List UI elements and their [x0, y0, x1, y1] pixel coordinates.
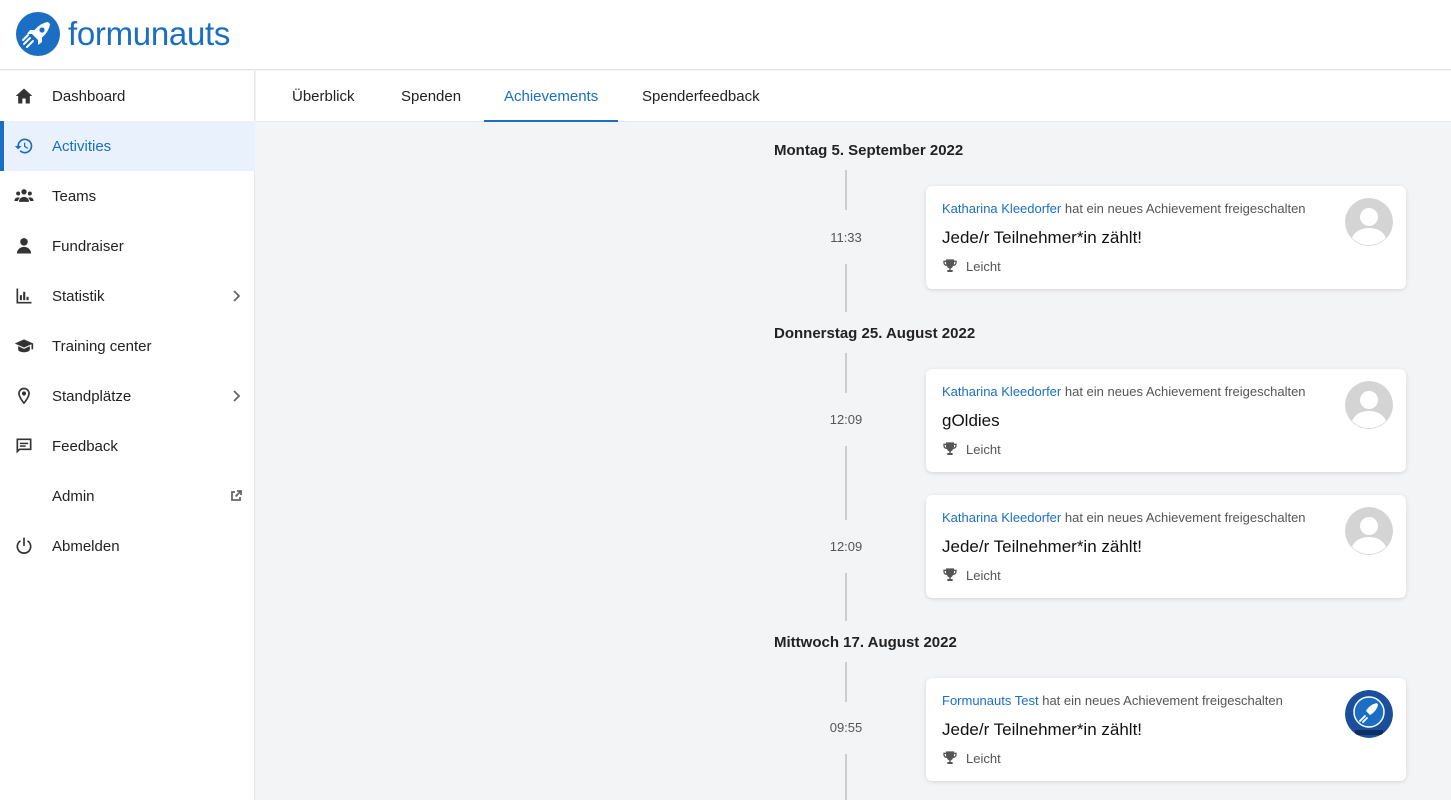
sidebar-item-admin[interactable]: Admin — [0, 471, 255, 521]
trophy-icon — [942, 441, 958, 457]
timeline-connector — [845, 170, 847, 210]
achievement-title: gOldies — [942, 411, 1000, 430]
achievement-card: Katharina Kleedorfer hat ein neues Achie… — [926, 495, 1406, 598]
card-description: Katharina Kleedorfer hat ein neues Achie… — [942, 201, 1306, 216]
message-icon — [13, 435, 35, 457]
sidebar-item-teams[interactable]: Teams — [0, 171, 255, 221]
chevron-right-icon — [229, 389, 243, 403]
date-header: Donnerstag 25. August 2022 — [774, 325, 976, 342]
formunauts-avatar-icon — [1345, 690, 1393, 738]
default-avatar-icon — [1345, 507, 1393, 555]
time-label: 12:09 — [829, 412, 863, 427]
achievement-title: Jede/r Teilnehmer*in zählt! — [942, 537, 1143, 556]
sidebar-item-feedback[interactable]: Feedback — [0, 421, 255, 471]
user-link[interactable]: Katharina Kleedorfer — [942, 201, 1061, 216]
sidebar-item-label: Activities — [52, 137, 112, 155]
sidebar-item-fundraiser[interactable]: Fundraiser — [0, 221, 255, 271]
sidebar-item-abmelden[interactable]: Abmelden — [0, 521, 255, 571]
achievement-card: Katharina Kleedorfer hat ein neues Achie… — [926, 186, 1406, 289]
time-label: 09:55 — [829, 720, 863, 735]
achievement-card: Formunauts Test hat ein neues Achievemen… — [926, 678, 1406, 781]
home-icon — [13, 85, 35, 107]
rocket-logo-icon — [15, 11, 61, 57]
level-label: Leicht — [966, 441, 1001, 457]
sidebar-item-training-center[interactable]: Training center — [0, 321, 255, 371]
achievement-level: Leicht — [942, 567, 1001, 583]
card-description: Katharina Kleedorfer hat ein neues Achie… — [942, 384, 1306, 399]
history-icon — [13, 135, 35, 157]
card-description: Formunauts Test hat ein neues Achievemen… — [942, 693, 1283, 708]
trophy-icon — [942, 750, 958, 766]
tab-spenden[interactable]: Spenden — [381, 71, 481, 122]
achievement-card: Katharina Kleedorfer hat ein neues Achie… — [926, 369, 1406, 472]
sidebar-item-label: Fundraiser — [52, 237, 124, 255]
achievement-level: Leicht — [942, 258, 1001, 274]
level-label: Leicht — [966, 258, 1001, 274]
sidebar-item-label: Abmelden — [52, 537, 120, 555]
action-text: hat ein neues Achievement freigeschalten — [1042, 693, 1283, 708]
date-header: Mittwoch 17. August 2022 — [774, 634, 957, 651]
top-bar: formunauts — [0, 0, 1451, 70]
tab-achievements[interactable]: Achievements — [484, 71, 619, 122]
sidebar-item-label: Statistik — [52, 287, 105, 305]
timeline-connector — [845, 446, 847, 520]
graduation-cap-icon — [13, 335, 35, 357]
timeline-connector — [845, 754, 847, 800]
default-avatar-icon — [1345, 381, 1393, 429]
time-label: 11:33 — [830, 230, 862, 245]
sidebar-item-dashboard[interactable]: Dashboard — [0, 71, 255, 121]
level-label: Leicht — [966, 750, 1001, 766]
sidebar-item-label: Feedback — [52, 437, 118, 455]
brand-name: formunauts — [68, 15, 231, 52]
action-text: hat ein neues Achievement freigeschalten — [1064, 384, 1306, 399]
default-avatar-icon — [1345, 198, 1393, 246]
tab-bar: Überblick Spenden Achievements Spenderfe… — [256, 71, 1451, 122]
map-pin-icon — [13, 385, 35, 407]
sidebar-item-label: Teams — [52, 187, 97, 205]
brand-logo[interactable]: formunauts — [15, 11, 230, 57]
card-description: Katharina Kleedorfer hat ein neues Achie… — [942, 510, 1306, 525]
chevron-right-icon — [229, 289, 243, 303]
bar-chart-icon — [13, 285, 35, 307]
achievement-title: Jede/r Teilnehmer*in zählt! — [942, 720, 1143, 739]
users-icon — [13, 185, 35, 207]
user-icon — [13, 235, 35, 257]
user-link[interactable]: Formunauts Test — [942, 693, 1039, 708]
timeline-connector — [845, 264, 847, 312]
date-header: Montag 5. September 2022 — [774, 142, 964, 159]
user-link[interactable]: Katharina Kleedorfer — [942, 384, 1061, 399]
timeline-connector — [845, 353, 847, 393]
action-text: hat ein neues Achievement freigeschalten — [1064, 201, 1306, 216]
trophy-icon — [942, 258, 958, 274]
achievement-title: Jede/r Teilnehmer*in zählt! — [942, 228, 1143, 247]
power-icon — [13, 535, 35, 557]
action-text: hat ein neues Achievement freigeschalten — [1064, 510, 1306, 525]
sidebar-item-label: Training center — [52, 337, 152, 355]
achievement-level: Leicht — [942, 441, 1001, 457]
tab-spenderfeedback[interactable]: Spenderfeedback — [622, 71, 780, 122]
timeline-connector — [845, 662, 847, 702]
sidebar-item-label: Standplätze — [52, 387, 132, 405]
sidebar-item-label: Admin — [52, 487, 95, 505]
sidebar-item-statistik[interactable]: Statistik — [0, 271, 255, 321]
external-link-icon — [229, 489, 243, 503]
sidebar-item-standplaetze[interactable]: Standplätze — [0, 371, 255, 421]
timeline-connector — [845, 573, 847, 621]
level-label: Leicht — [966, 567, 1001, 583]
time-label: 12:09 — [829, 539, 863, 554]
trophy-icon — [942, 567, 958, 583]
tab-ueberblick[interactable]: Überblick — [272, 71, 375, 122]
sidebar-item-label: Dashboard — [52, 87, 126, 105]
sidebar: Dashboard Activities Teams Fundraiser St… — [0, 71, 255, 800]
user-link[interactable]: Katharina Kleedorfer — [942, 510, 1061, 525]
achievements-timeline: Montag 5. September 2022 11:33 Katharina… — [256, 122, 1451, 800]
sidebar-item-activities[interactable]: Activities — [0, 121, 255, 171]
achievement-level: Leicht — [942, 750, 1001, 766]
